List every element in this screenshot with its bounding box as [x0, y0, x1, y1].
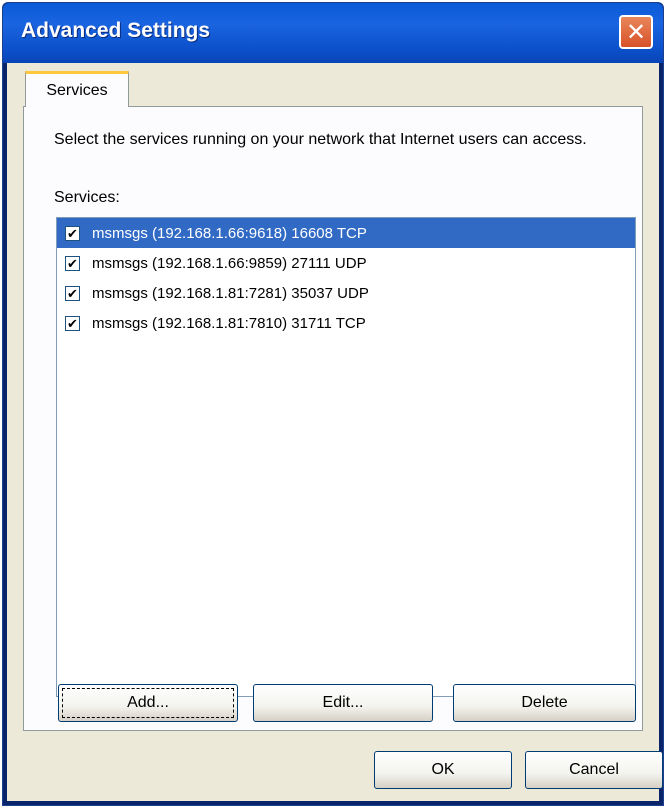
checkmark-icon: ✔ — [67, 285, 78, 301]
description-text: Select the services running on your netw… — [54, 131, 587, 148]
add-button[interactable]: Add... — [58, 684, 238, 722]
service-checkbox[interactable]: ✔ — [65, 255, 80, 271]
service-item[interactable]: ✔ msmsgs (192.168.1.81:7810) 31711 TCP — [57, 308, 635, 338]
services-label: Services: — [54, 189, 120, 206]
close-button[interactable]: ✕ — [619, 15, 653, 49]
delete-button[interactable]: Delete — [453, 684, 636, 722]
title-bar[interactable]: Advanced Settings ✕ — [3, 3, 663, 63]
services-list[interactable]: ✔ msmsgs (192.168.1.66:9618) 16608 TCP ✔… — [56, 217, 636, 697]
dialog-body: Services Select the services running on … — [7, 63, 663, 801]
service-checkbox[interactable]: ✔ — [65, 285, 80, 301]
checkmark-icon: ✔ — [67, 225, 78, 241]
service-item-label: msmsgs (192.168.1.81:7281) 35037 UDP — [92, 284, 369, 302]
checkmark-icon: ✔ — [67, 315, 78, 331]
advanced-settings-dialog: Advanced Settings ✕ Services Select the … — [2, 2, 664, 806]
service-item-label: msmsgs (192.168.1.66:9859) 27111 UDP — [92, 254, 367, 272]
service-item[interactable]: ✔ msmsgs (192.168.1.66:9859) 27111 UDP — [57, 248, 635, 278]
cancel-button[interactable]: Cancel — [525, 751, 663, 789]
ok-button[interactable]: OK — [374, 751, 512, 789]
services-tab-panel: Select the services running on your netw… — [23, 106, 643, 731]
dialog-title: Advanced Settings — [21, 19, 211, 42]
service-checkbox[interactable]: ✔ — [65, 315, 80, 331]
checkmark-icon: ✔ — [67, 255, 78, 271]
service-item[interactable]: ✔ msmsgs (192.168.1.66:9618) 16608 TCP — [57, 218, 635, 248]
edit-button[interactable]: Edit... — [253, 684, 433, 722]
service-checkbox[interactable]: ✔ — [65, 225, 80, 241]
close-icon: ✕ — [625, 18, 647, 46]
tab-services[interactable]: Services — [25, 71, 129, 107]
service-item[interactable]: ✔ msmsgs (192.168.1.81:7281) 35037 UDP — [57, 278, 635, 308]
service-item-label: msmsgs (192.168.1.81:7810) 31711 TCP — [92, 314, 366, 332]
service-item-label: msmsgs (192.168.1.66:9618) 16608 TCP — [92, 224, 367, 242]
